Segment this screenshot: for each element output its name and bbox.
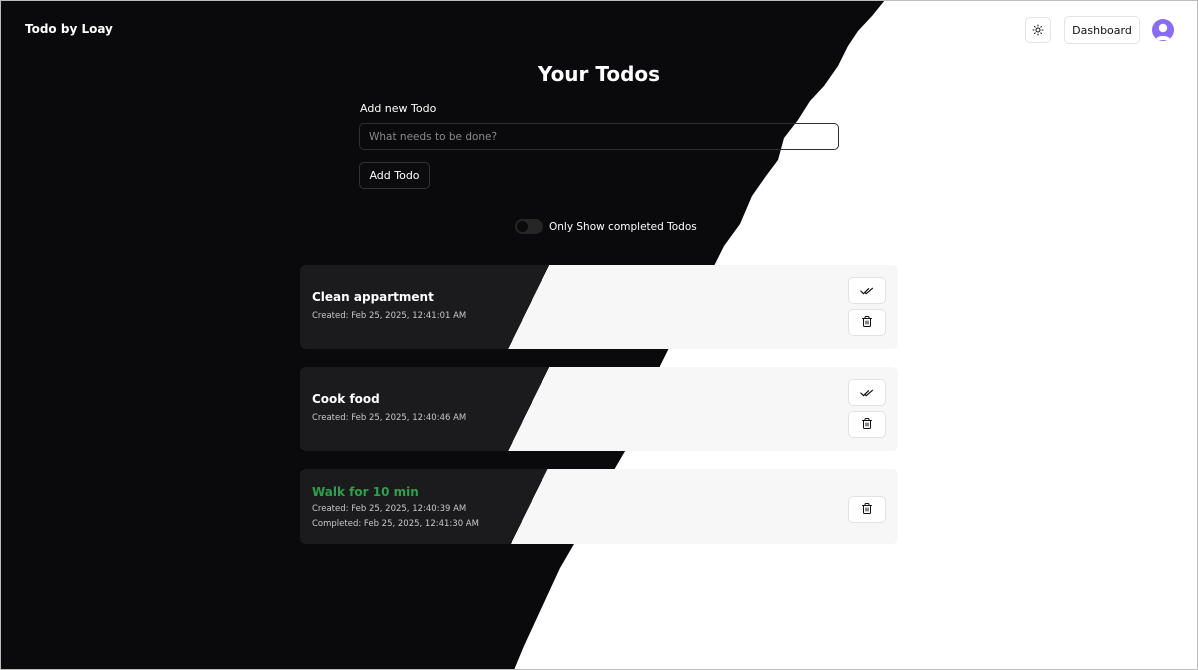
todo-card: Clean appartment Created: Feb 25, 2025, … <box>300 265 898 349</box>
todo-created-date: Created: Feb 25, 2025, 12:40:46 AM <box>312 413 467 423</box>
todo-created-date: Created: Feb 25, 2025, 12:41:01 AM <box>312 311 467 321</box>
trash-icon <box>861 313 873 332</box>
new-todo-input[interactable] <box>359 123 839 150</box>
switch-knob <box>517 221 528 232</box>
todo-title: Cook food <box>312 392 380 406</box>
delete-todo-button[interactable] <box>848 411 886 438</box>
delete-todo-button[interactable] <box>848 309 886 336</box>
dashboard-button[interactable]: Dashboard <box>1064 16 1140 44</box>
theme-toggle-button[interactable] <box>1025 17 1051 43</box>
todo-title: Clean appartment <box>312 290 434 304</box>
double-check-icon <box>860 383 874 402</box>
completed-filter-label[interactable]: Only Show completed Todos <box>549 221 697 233</box>
mark-complete-button[interactable] <box>848 277 886 304</box>
add-todo-label: Add new Todo <box>360 102 437 115</box>
todo-created-date: Created: Feb 25, 2025, 12:40:39 AM <box>312 504 467 514</box>
todo-title: Walk for 10 min <box>312 485 419 499</box>
mark-complete-button[interactable] <box>848 379 886 406</box>
add-todo-button[interactable]: Add Todo <box>359 162 430 189</box>
sun-icon <box>1032 21 1044 40</box>
todo-card: Cook food Created: Feb 25, 2025, 12:40:4… <box>300 367 898 451</box>
page-title: Your Todos <box>537 62 661 86</box>
todo-card-completed: Walk for 10 min Created: Feb 25, 2025, 1… <box>300 469 898 544</box>
delete-todo-button[interactable] <box>848 496 886 523</box>
todo-completed-date: Completed: Feb 25, 2025, 12:41:30 AM <box>312 519 479 529</box>
trash-icon <box>861 500 873 519</box>
completed-filter-switch[interactable] <box>515 219 543 234</box>
user-avatar-icon[interactable] <box>1152 19 1174 41</box>
completed-filter-row: Only Show completed Todos <box>515 219 697 234</box>
app-brand[interactable]: Todo by Loay <box>25 22 113 36</box>
double-check-icon <box>860 281 874 300</box>
trash-icon <box>861 415 873 434</box>
